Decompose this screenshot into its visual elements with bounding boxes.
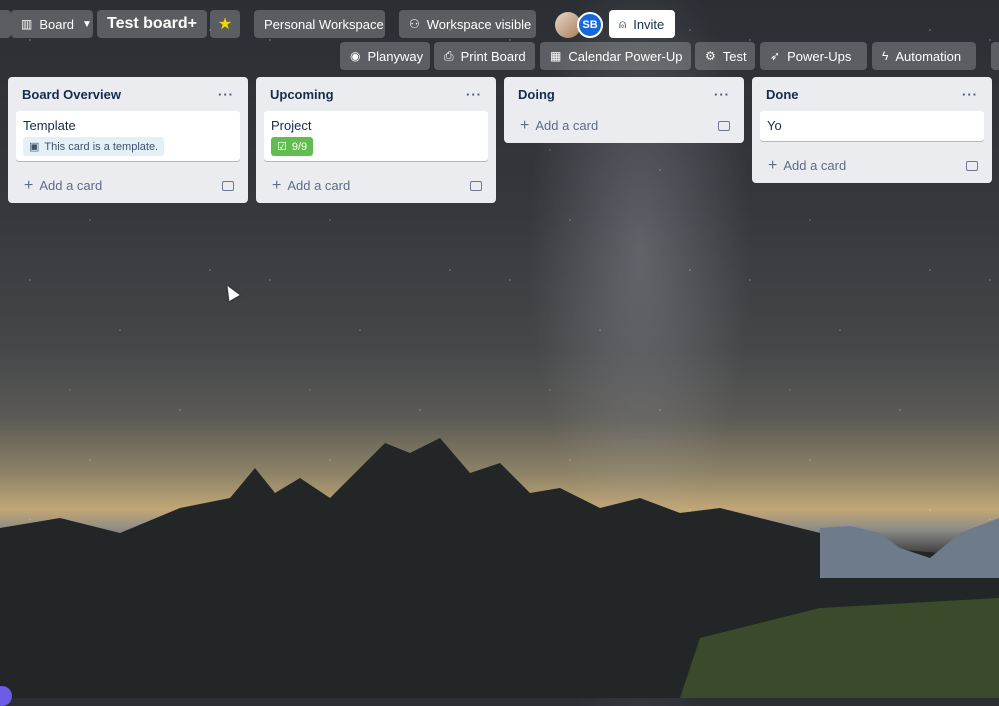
list-doing: Doing ··· + Add a card — [504, 77, 744, 143]
checklist-badge: ☑ 9/9 — [271, 137, 314, 156]
create-from-template-icon[interactable] — [966, 161, 978, 171]
board-view-icon: ▥ — [21, 17, 33, 31]
list-title[interactable]: Board Overview — [22, 87, 121, 102]
automation-button[interactable]: ϟ Automation — [872, 42, 976, 70]
list-menu-icon[interactable]: ··· — [962, 87, 978, 102]
printer-icon: ⎙ — [444, 48, 454, 63]
create-from-template-icon[interactable] — [718, 121, 730, 131]
planyway-icon: ◉ — [350, 49, 361, 63]
checkbox-icon: ☑ — [277, 141, 287, 153]
powerup-planyway[interactable]: ◉ Planyway — [340, 42, 430, 70]
powerup-label: Planyway — [367, 48, 424, 64]
plus-icon: + — [520, 117, 530, 134]
visibility-button[interactable]: ⚇ Workspace visible — [399, 10, 536, 38]
checklist-count: 9/9 — [291, 140, 308, 153]
list-menu-icon[interactable]: ··· — [466, 87, 482, 102]
collapsed-sidebar-toggle[interactable] — [0, 10, 11, 38]
add-card-label: Add a card — [287, 178, 351, 193]
visibility-label: Workspace visible — [426, 16, 532, 32]
create-from-template-icon[interactable] — [222, 181, 234, 191]
invite-button[interactable]: ⍝ Invite — [609, 10, 675, 38]
add-card-button[interactable]: + Add a card — [760, 149, 984, 183]
list-board-overview: Board Overview ··· Template ▣ This card … — [8, 77, 248, 203]
card-title: Project — [271, 118, 312, 133]
board-view-label: Board — [39, 16, 75, 32]
powerup-print-board[interactable]: ⎙ Print Board — [434, 42, 535, 70]
invite-label: Invite — [633, 16, 665, 32]
powerup-label: Power-Ups — [787, 48, 852, 64]
list-menu-icon[interactable]: ··· — [218, 87, 234, 102]
add-card-button[interactable]: + Add a card — [264, 169, 488, 203]
add-card-button[interactable]: + Add a card — [16, 169, 240, 203]
powerup-test[interactable]: ⚙ Test — [695, 42, 755, 70]
member-avatar-sb[interactable]: SB — [577, 12, 603, 38]
workspace-label: Personal Workspace — [264, 16, 384, 32]
board-view-switcher[interactable]: ▥ Board ▼ — [11, 10, 93, 38]
list-title[interactable]: Upcoming — [270, 87, 334, 102]
list-done: Done ··· Yo + Add a card — [752, 77, 992, 183]
add-card-label: Add a card — [535, 118, 599, 133]
card-template[interactable]: Template ▣ This card is a template. — [16, 111, 240, 161]
workspace-button[interactable]: Personal Workspace — [254, 10, 385, 38]
powerup-label: Test — [722, 48, 747, 64]
list-upcoming: Upcoming ··· Project ☑ 9/9 + Add a card — [256, 77, 496, 203]
powerup-label: Print Board — [460, 48, 526, 64]
card-project[interactable]: Project ☑ 9/9 — [264, 111, 488, 161]
list-title[interactable]: Doing — [518, 87, 555, 102]
powerups-button[interactable]: ➶ Power-Ups — [760, 42, 867, 70]
add-card-label: Add a card — [783, 158, 847, 173]
board-title-text: Test board+ — [107, 15, 197, 32]
plus-icon: + — [768, 157, 778, 174]
powerup-calendar[interactable]: ▦ Calendar Power-Up — [540, 42, 691, 70]
member-initials: SB — [582, 19, 598, 31]
chevron-down-icon: ▼ — [82, 18, 92, 30]
more-menu-button[interactable] — [991, 42, 999, 70]
powerup-label: Calendar Power-Up — [568, 48, 683, 64]
board-title[interactable]: Test board+ — [97, 10, 207, 38]
card-title: Yo — [767, 118, 782, 133]
template-badge-text: This card is a template. — [44, 140, 159, 153]
bolt-icon: ϟ — [882, 49, 889, 63]
add-card-button[interactable]: + Add a card — [512, 109, 736, 143]
people-icon: ⚇ — [409, 17, 420, 31]
card-title: Template — [23, 118, 76, 133]
add-card-label: Add a card — [39, 178, 103, 193]
template-badge: ▣ This card is a template. — [23, 137, 165, 156]
plus-icon: + — [272, 177, 282, 194]
create-from-template-icon[interactable] — [470, 181, 482, 191]
background-mountains — [0, 438, 999, 698]
add-person-icon: ⍝ — [619, 16, 627, 31]
list-title[interactable]: Done — [766, 87, 799, 102]
star-button[interactable]: ★ — [210, 10, 240, 38]
calendar-icon: ▦ — [550, 49, 562, 63]
gears-icon: ⚙ — [705, 49, 716, 63]
card-yo[interactable]: Yo — [760, 111, 984, 141]
list-menu-icon[interactable]: ··· — [714, 87, 730, 102]
powerup-label: Automation — [895, 48, 962, 64]
plus-icon: + — [24, 177, 34, 194]
star-icon: ★ — [217, 16, 233, 33]
template-icon: ▣ — [29, 141, 40, 153]
rocket-icon: ➶ — [770, 49, 781, 63]
